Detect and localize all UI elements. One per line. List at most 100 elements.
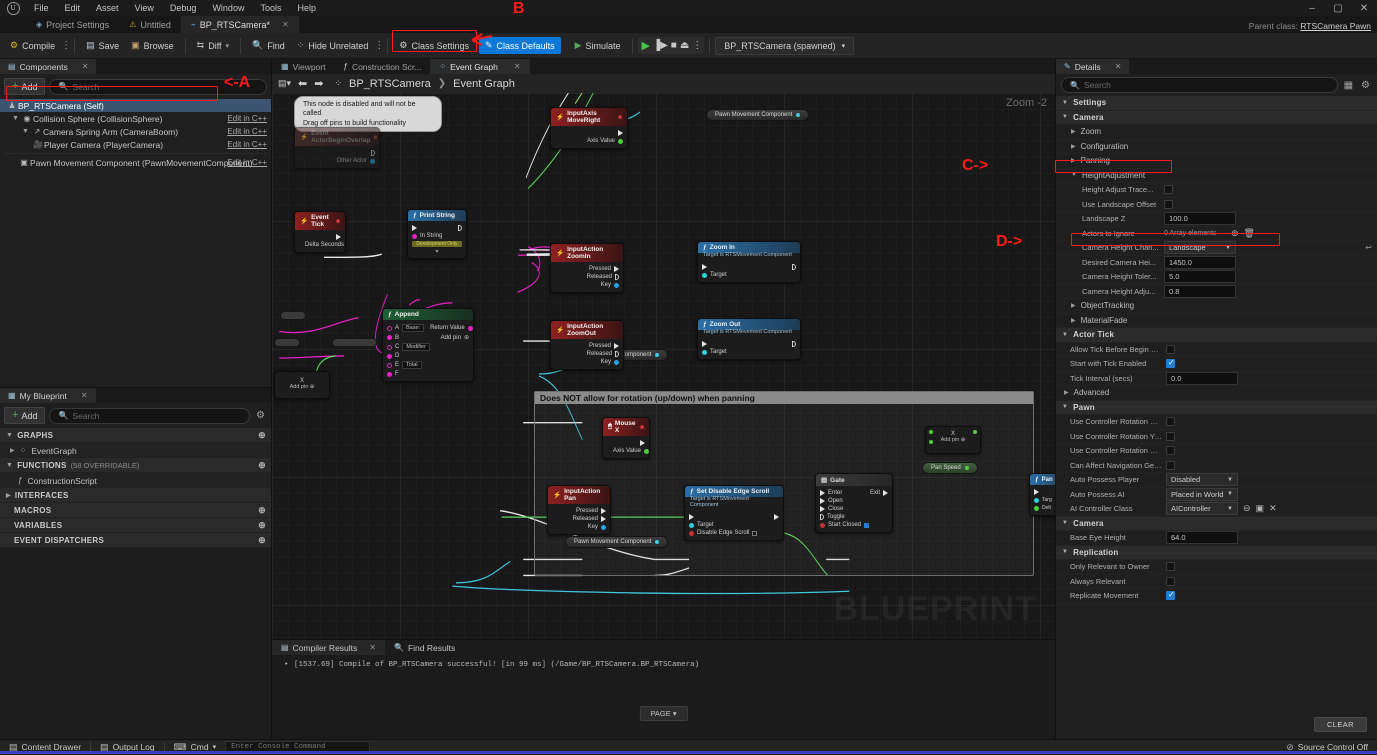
pin-row[interactable]: Axis Value: [551, 137, 627, 145]
details-category-actor-tick[interactable]: ▼ Actor Tick: [1056, 328, 1377, 343]
pin-row[interactable]: [698, 340, 800, 348]
clear-asset-icon[interactable]: ✕: [1269, 503, 1277, 514]
menu-asset[interactable]: Asset: [88, 2, 127, 14]
details-sub-panning[interactable]: ▶ Panning: [1056, 154, 1377, 169]
expander-icon[interactable]: ▼: [6, 432, 13, 439]
expander-icon[interactable]: ▼: [12, 115, 21, 122]
pin-row[interactable]: In String: [408, 232, 466, 240]
component-row-collision-sphere[interactable]: ▼ ◉ Collision Sphere (CollisionSphere) E…: [0, 112, 271, 125]
component-row-pawn-movement[interactable]: ▣ Pawn Movement Component (PawnMovementC…: [0, 156, 271, 169]
pin-row[interactable]: [295, 233, 345, 241]
pin-row[interactable]: Disable Edge Scroll: [685, 529, 783, 537]
pin-row[interactable]: [603, 439, 649, 447]
hide-unrelated-button[interactable]: ⁘ Hide Unrelated: [291, 37, 375, 54]
pin-row[interactable]: Key: [551, 358, 623, 366]
tab-event-graph[interactable]: ⁘ Event Graph ✕: [430, 59, 530, 74]
pin-row[interactable]: Target: [698, 271, 800, 279]
node-input-axis-move-right[interactable]: ⚡ InputAxis MoveRight ■ Axis Value: [550, 107, 628, 149]
tab-find-results[interactable]: 🔍 Find Results: [385, 640, 464, 655]
pin-row[interactable]: Released: [551, 273, 623, 281]
pin-row[interactable]: C Modifier: [383, 342, 473, 352]
details-category-replication[interactable]: ▼ Replication: [1056, 545, 1377, 560]
pin-row[interactable]: Released: [551, 350, 623, 358]
node-event-actor-begin-overlap[interactable]: ⚡ Event ActorBeginOverlap ■ Other Actor: [294, 127, 380, 169]
append-value-c[interactable]: Modifier: [402, 343, 430, 351]
pin-row[interactable]: Pressed: [551, 342, 623, 350]
desired-camera-height-input[interactable]: 1450.0: [1164, 255, 1236, 269]
var-node-pan-speed[interactable]: Pan Speed: [922, 462, 978, 474]
use-landscape-offset-checkbox[interactable]: [1164, 199, 1173, 209]
reroute-node[interactable]: [280, 311, 306, 320]
node-input-action-zoom-in[interactable]: ⚡ InputAction ZoomIn Pressed Released Ke…: [550, 243, 624, 293]
pin-row[interactable]: E Total: [383, 360, 473, 370]
details-search-input[interactable]: [1083, 80, 1329, 90]
compile-button[interactable]: ⚙ Compile: [4, 37, 61, 54]
pin-row[interactable]: Start Closed: [816, 521, 892, 529]
pin-row[interactable]: Target: [685, 521, 783, 529]
pin-row[interactable]: Key: [548, 523, 610, 531]
allow-tick-before-begin-play-checkbox[interactable]: [1166, 344, 1175, 354]
camera-height-adjustment-input[interactable]: 0.8: [1164, 284, 1236, 298]
add-graph-icon[interactable]: ⊕: [258, 430, 266, 441]
expander-icon[interactable]: ▼: [22, 128, 31, 135]
pin-row[interactable]: Key: [551, 281, 623, 289]
node-print-string[interactable]: ƒ Print String In String Development Onl…: [407, 209, 467, 259]
pin-row[interactable]: D: [383, 352, 473, 360]
base-eye-height-input[interactable]: 64.0: [1166, 531, 1238, 545]
details-sub-object-tracking[interactable]: ▶ ObjectTracking: [1056, 299, 1377, 314]
section-event-dispatchers[interactable]: EVENT DISPATCHERS ⊕: [0, 533, 271, 548]
breadcrumb-root[interactable]: BP_RTSCamera: [349, 78, 431, 90]
pin-row[interactable]: [408, 224, 466, 232]
details-sub-material-fade[interactable]: ▶ MaterialFade: [1056, 314, 1377, 328]
menu-debug[interactable]: Debug: [162, 2, 205, 14]
node-gate[interactable]: ▤ Gate Enter Exit Open Close Toggle Star…: [815, 473, 893, 533]
pin-row[interactable]: Delt: [1030, 504, 1055, 512]
details-sub-zoom[interactable]: ▶ Zoom: [1056, 125, 1377, 140]
tab-viewport[interactable]: ▦ Viewport: [272, 59, 334, 74]
page-pill[interactable]: PAGE ▾: [639, 706, 688, 721]
stop-icon[interactable]: ■: [671, 40, 677, 51]
pin-row[interactable]: [698, 263, 800, 271]
back-icon[interactable]: ⬅: [298, 77, 307, 90]
pin-row[interactable]: Delta Seconds: [295, 241, 345, 249]
ai-controller-class-dropdown[interactable]: AIController ▼: [1166, 502, 1238, 516]
menu-edit[interactable]: Edit: [57, 2, 89, 14]
function-item-constructionscript[interactable]: ƒ ConstructionScript: [0, 473, 271, 488]
append-value-e[interactable]: Total: [402, 361, 422, 369]
grid-icon[interactable]: ▦: [1342, 80, 1355, 91]
use-controller-rotation-pitch-checkbox[interactable]: [1166, 417, 1175, 427]
details-category-pawn[interactable]: ▼ Pawn: [1056, 400, 1377, 415]
reroute-node[interactable]: [274, 338, 300, 347]
menu-view[interactable]: View: [127, 2, 162, 14]
parent-class-link[interactable]: RTSCamera Pawn: [1300, 21, 1371, 31]
pin-row[interactable]: A Base: Return Value: [383, 323, 473, 333]
add-macro-icon[interactable]: ⊕: [258, 505, 266, 516]
gear-icon[interactable]: ⚙: [1359, 80, 1372, 91]
eject-icon[interactable]: ⏏: [680, 40, 689, 51]
reroute-node[interactable]: [332, 338, 377, 347]
pin-row[interactable]: Open: [816, 497, 892, 505]
node-input-action-pan[interactable]: ⚡ InputAction Pan Pressed Released Key: [547, 485, 611, 535]
expander-icon[interactable]: ▶: [10, 447, 15, 454]
details-sub-height-adjustment[interactable]: ▼ HeightAdjustment: [1056, 169, 1377, 183]
browse-to-asset-icon[interactable]: ⊖: [1243, 503, 1251, 514]
can-affect-navigation-checkbox[interactable]: [1166, 460, 1175, 470]
browse-button[interactable]: ▣ Browse: [125, 37, 180, 54]
menu-window[interactable]: Window: [204, 2, 252, 14]
history-dropdown-icon[interactable]: ▤▾: [278, 78, 291, 89]
add-component-button[interactable]: + Add: [4, 78, 46, 95]
expand-node-icon[interactable]: ▾: [408, 248, 466, 255]
start-with-tick-enabled-checkbox[interactable]: [1166, 358, 1175, 369]
start-closed-checkbox[interactable]: [864, 522, 870, 528]
pin-row[interactable]: Target: [698, 348, 800, 356]
delete-array-icon[interactable]: 🗑: [1244, 228, 1255, 239]
append-value-a[interactable]: Base:: [402, 324, 425, 332]
event-graph-canvas[interactable]: Zoom -2 BLUEPRINT This node is disabled …: [272, 93, 1055, 639]
clear-results-button[interactable]: CLEAR: [1313, 717, 1367, 732]
pin-row[interactable]: [1030, 488, 1055, 496]
pin-row[interactable]: Other Actor: [295, 157, 379, 165]
forward-icon[interactable]: ➡: [314, 77, 323, 90]
close-icon[interactable]: ✕: [514, 62, 521, 71]
pin-row[interactable]: Targ: [1030, 496, 1055, 504]
camera-height-change-dropdown[interactable]: Landscape ▼: [1164, 241, 1236, 255]
